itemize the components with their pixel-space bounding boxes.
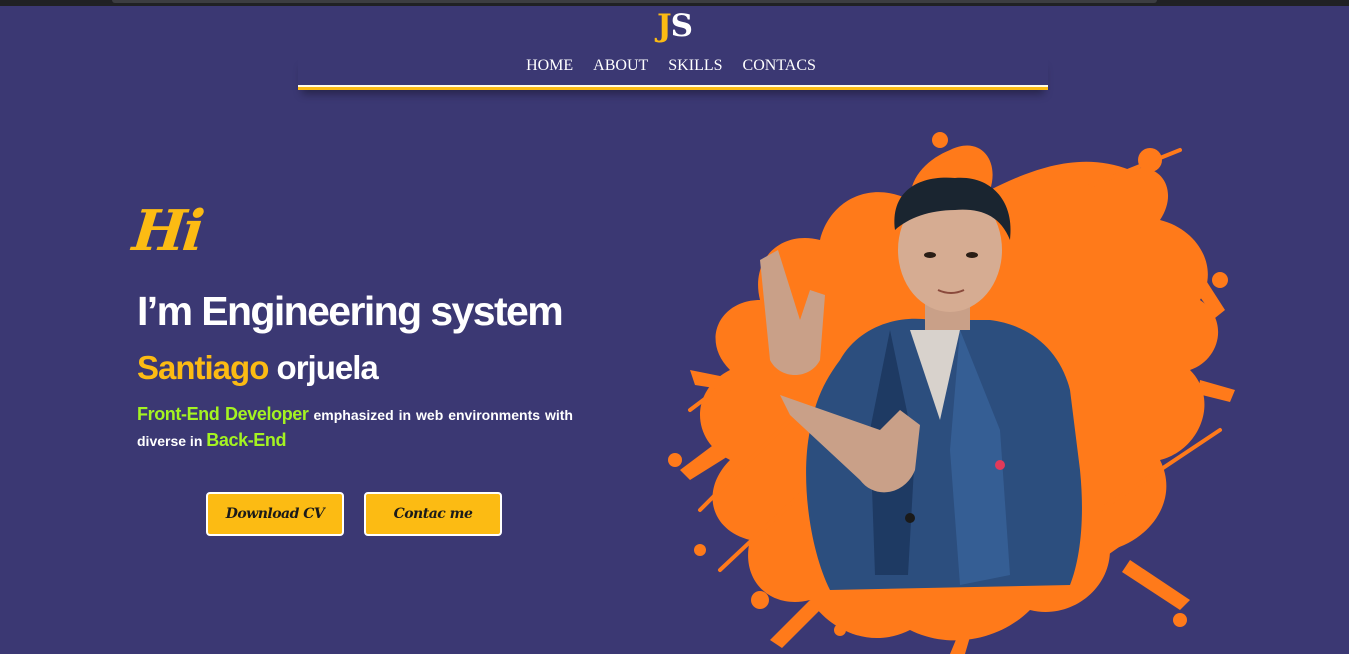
browser-tab[interactable]: [112, 0, 1157, 3]
hero-profile-image: [668, 132, 1235, 654]
nav-item-skills: SKILLS: [668, 55, 722, 77]
nav-link-contacs[interactable]: CONTACS: [743, 57, 816, 74]
hero-description: Front-End Developer emphasized in web en…: [137, 402, 573, 454]
hero-name-first: Santiago: [137, 349, 269, 386]
nav-item-home: HOME: [526, 55, 573, 77]
desc-highlight-frontend: Front-End Developer: [137, 404, 309, 424]
browser-top-strip: [0, 0, 1349, 6]
hero-name: Santiago orjuela: [137, 347, 379, 389]
logo-letter-s: S: [670, 8, 693, 44]
hero-name-last: orjuela: [276, 349, 379, 386]
site-logo[interactable]: JS: [0, 8, 1349, 44]
nav-item-about: ABOUT: [593, 55, 648, 77]
desc-highlight-backend: Back-End: [206, 430, 287, 450]
hero-headline: I’m Engineering system: [137, 288, 564, 334]
nav-list: HOME ABOUT SKILLS CONTACS: [296, 55, 1046, 77]
contact-me-button[interactable]: Contac me: [364, 492, 502, 536]
nav-item-contacs: CONTACS: [743, 55, 816, 77]
nav-link-home[interactable]: HOME: [526, 57, 573, 74]
nav-link-skills[interactable]: SKILLS: [668, 57, 722, 74]
nav-underline-divider: [298, 85, 1048, 87]
download-cv-button[interactable]: Download CV: [206, 492, 344, 536]
hero-greeting: Hi: [129, 198, 205, 264]
logo-letter-j: J: [656, 8, 672, 44]
nav-link-about[interactable]: ABOUT: [593, 57, 648, 74]
portfolio-page: JS HOME ABOUT SKILLS CONTACS Hi I’m Engi…: [0, 0, 1349, 654]
